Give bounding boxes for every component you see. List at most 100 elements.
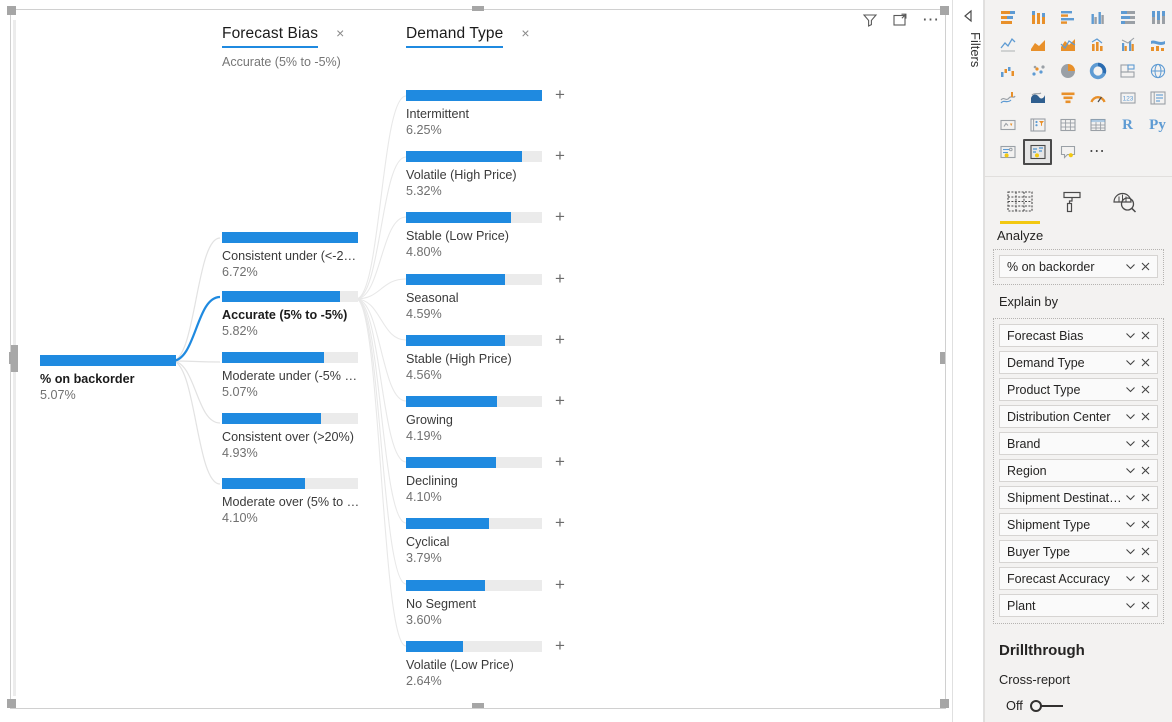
shape-map-icon[interactable] <box>1023 85 1052 111</box>
tree-node-level2[interactable]: Seasonal 4.59% + <box>406 270 565 321</box>
chevron-down-icon[interactable] <box>1123 330 1138 341</box>
tree-node-level2[interactable]: Volatile (Low Price) 2.64% + <box>406 637 565 688</box>
key-influencers-icon[interactable] <box>993 139 1022 165</box>
clustered-column-chart-icon[interactable] <box>1083 4 1112 30</box>
resize-handle-bottom-center[interactable] <box>472 703 484 708</box>
chevron-down-icon[interactable] <box>1123 600 1138 611</box>
focus-mode-icon[interactable] <box>892 12 908 28</box>
python-visual-icon[interactable]: Py <box>1143 112 1172 138</box>
chevron-down-icon[interactable] <box>1123 492 1138 503</box>
analytics-tab[interactable] <box>1103 187 1145 224</box>
line-clustered-column-chart-icon[interactable] <box>1113 31 1142 57</box>
slicer-icon[interactable] <box>1023 112 1052 138</box>
expand-node-icon[interactable]: + <box>552 453 568 470</box>
chevron-down-icon[interactable] <box>1123 465 1138 476</box>
filter-icon[interactable] <box>862 12 878 28</box>
analyze-field-dropzone[interactable]: % on backorder <box>993 249 1164 285</box>
remove-field-icon[interactable] <box>1138 465 1153 476</box>
expand-node-icon[interactable]: + <box>552 331 568 348</box>
remove-field-icon[interactable] <box>1138 546 1153 557</box>
explain-by-field-well[interactable]: Region <box>999 459 1158 482</box>
clustered-bar-chart-icon[interactable] <box>1053 4 1082 30</box>
tree-node-level2[interactable]: Volatile (High Price) 5.32% + <box>406 147 565 198</box>
expand-node-icon[interactable]: + <box>552 270 568 287</box>
stacked-column-chart-icon[interactable] <box>1023 4 1052 30</box>
decomposition-tree-icon[interactable] <box>1023 139 1052 165</box>
explain-by-field-well[interactable]: Forecast Accuracy <box>999 567 1158 590</box>
tree-node-level1[interactable]: Moderate over (5% to … 4.10% <box>222 478 358 525</box>
chevron-down-icon[interactable] <box>1123 519 1138 530</box>
explain-by-field-well[interactable]: Demand Type <box>999 351 1158 374</box>
matrix-icon[interactable] <box>1083 112 1112 138</box>
expand-node-icon[interactable]: + <box>552 392 568 409</box>
remove-field-icon[interactable] <box>1138 600 1153 611</box>
chevron-down-icon[interactable] <box>1123 573 1138 584</box>
more-visuals-icon[interactable]: ⋯ <box>1083 139 1112 165</box>
tree-node-level2[interactable]: Intermittent 6.25% + <box>406 86 565 137</box>
tree-node-level2[interactable]: Cyclical 3.79% + <box>406 514 565 565</box>
map-icon[interactable] <box>1143 58 1172 84</box>
qna-visual-icon[interactable] <box>1053 139 1082 165</box>
funnel-chart-icon[interactable] <box>1053 85 1082 111</box>
pie-chart-icon[interactable] <box>1053 58 1082 84</box>
resize-handle-bottom-left[interactable] <box>7 699 16 708</box>
analyze-field-well[interactable]: % on backorder <box>999 255 1158 278</box>
more-options-icon[interactable]: ⋯ <box>922 11 940 28</box>
explain-by-field-well[interactable]: Plant <box>999 594 1158 617</box>
resize-handle-top-center[interactable] <box>472 6 484 11</box>
tree-node-level2[interactable]: No Segment 3.60% + <box>406 576 565 627</box>
explain-by-field-well[interactable]: Product Type <box>999 378 1158 401</box>
remove-field-icon[interactable] <box>1138 330 1153 341</box>
hundred-percent-stacked-column-chart-icon[interactable] <box>1143 4 1172 30</box>
expand-node-icon[interactable]: + <box>552 208 568 225</box>
tree-node-level2[interactable]: Stable (Low Price) 4.80% + <box>406 208 565 259</box>
explain-by-field-well[interactable]: Forecast Bias <box>999 324 1158 347</box>
remove-column-icon[interactable]: × <box>521 26 529 40</box>
stacked-area-chart-icon[interactable] <box>1053 31 1082 57</box>
explain-by-dropzone[interactable]: Forecast Bias Demand Type Product Type Dist… <box>993 318 1164 624</box>
tree-node-level1[interactable]: Consistent over (>20%) 4.93% <box>222 413 358 460</box>
resize-handle-bottom-right[interactable] <box>940 699 949 708</box>
tree-node-level1[interactable]: Moderate under (-5% … 5.07% <box>222 352 358 399</box>
scatter-chart-icon[interactable] <box>1023 58 1052 84</box>
explain-by-field-well[interactable]: Brand <box>999 432 1158 455</box>
treemap-icon[interactable] <box>1113 58 1142 84</box>
build-visual-tab[interactable] <box>999 187 1041 224</box>
remove-column-icon[interactable]: × <box>336 26 344 40</box>
remove-field-icon[interactable] <box>1138 438 1153 449</box>
remove-field-icon[interactable] <box>1138 357 1153 368</box>
remove-field-icon[interactable] <box>1138 492 1153 503</box>
resize-handle-top-left[interactable] <box>7 6 16 15</box>
card-icon[interactable]: 123 <box>1113 85 1142 111</box>
gauge-chart-icon[interactable] <box>1083 85 1112 111</box>
chevron-down-icon[interactable] <box>1123 261 1138 272</box>
canvas-scrollbar-thumb[interactable] <box>11 345 18 372</box>
chevron-down-icon[interactable] <box>1123 357 1138 368</box>
kpi-icon[interactable] <box>993 112 1022 138</box>
filled-map-icon[interactable] <box>993 85 1022 111</box>
resize-handle-middle-right[interactable] <box>940 352 945 364</box>
expand-node-icon[interactable]: + <box>552 147 568 164</box>
line-chart-icon[interactable] <box>993 31 1022 57</box>
tree-node-level2[interactable]: Declining 4.10% + <box>406 453 565 504</box>
ribbon-chart-icon[interactable] <box>1143 31 1172 57</box>
remove-field-icon[interactable] <box>1138 411 1153 422</box>
chevron-down-icon[interactable] <box>1123 384 1138 395</box>
chevron-down-icon[interactable] <box>1123 438 1138 449</box>
expand-node-icon[interactable]: + <box>552 514 568 531</box>
column-title[interactable]: Forecast Bias <box>222 25 319 48</box>
format-visual-tab[interactable] <box>1051 187 1093 224</box>
explain-by-field-well[interactable]: Shipment Type <box>999 513 1158 536</box>
resize-handle-top-right[interactable] <box>940 6 949 15</box>
remove-field-icon[interactable] <box>1138 573 1153 584</box>
stacked-bar-chart-icon[interactable] <box>993 4 1022 30</box>
hundred-percent-stacked-bar-chart-icon[interactable] <box>1113 4 1142 30</box>
tree-node-level2[interactable]: Growing 4.19% + <box>406 392 565 443</box>
tree-node-level1[interactable]: Consistent under (<-2… 6.72% <box>222 232 358 279</box>
explain-by-field-well[interactable]: Shipment Destination <box>999 486 1158 509</box>
chevron-down-icon[interactable] <box>1123 546 1138 557</box>
area-chart-icon[interactable] <box>1023 31 1052 57</box>
remove-field-icon[interactable] <box>1138 519 1153 530</box>
remove-field-icon[interactable] <box>1138 384 1153 395</box>
cross-report-toggle[interactable] <box>1029 699 1064 713</box>
